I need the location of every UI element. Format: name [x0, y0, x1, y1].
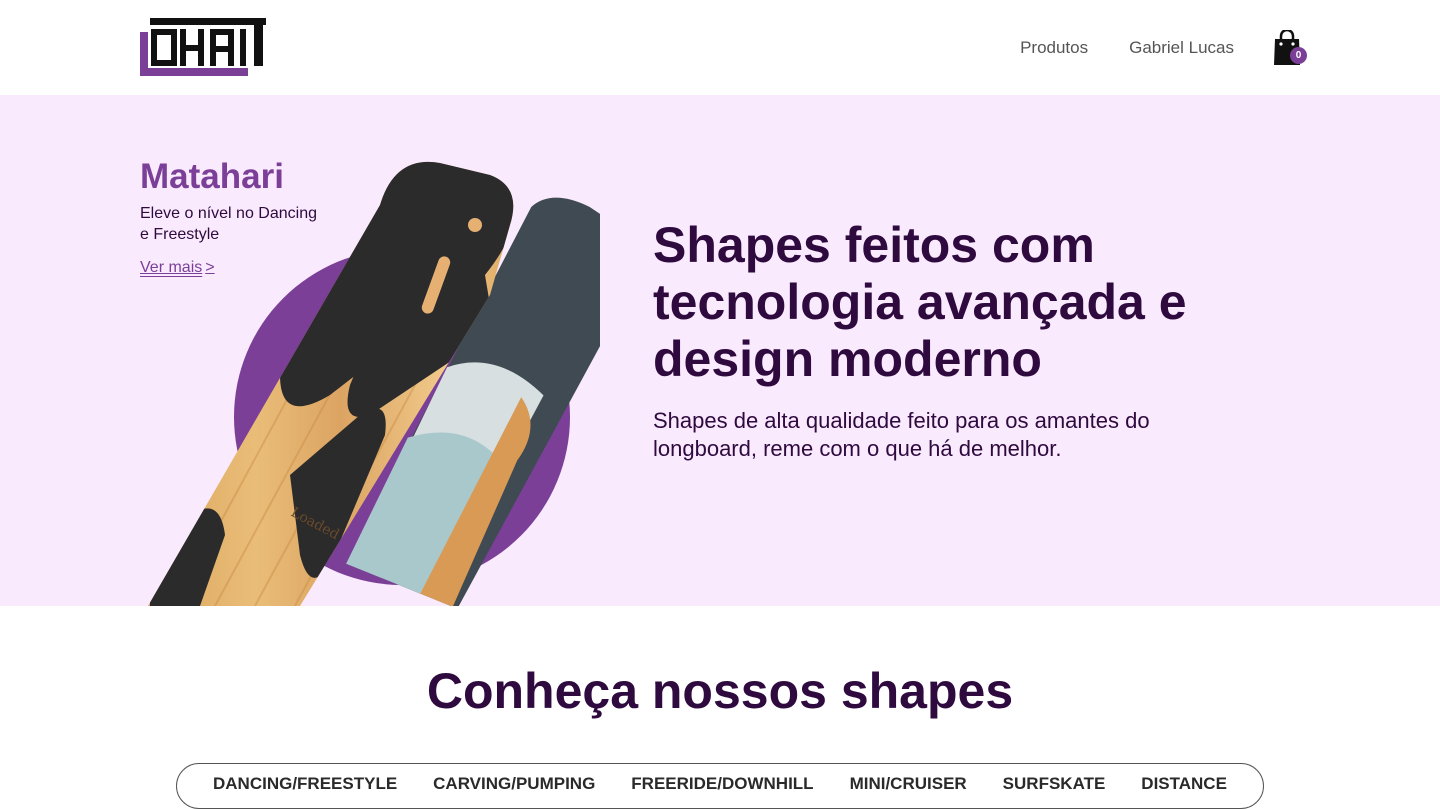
chevron-right-icon: >: [205, 259, 215, 276]
cart-button[interactable]: 0: [1272, 28, 1308, 66]
main-nav: Produtos Gabriel Lucas: [1020, 38, 1234, 58]
product-description: Eleve o nível no Dancing e Freestyle: [140, 205, 317, 243]
cart-count-badge: 0: [1290, 47, 1307, 64]
hero-banner: Loaded Matahari Eleve o nível no Dancing…: [0, 95, 1440, 606]
tab-dancing-freestyle[interactable]: DANCING/FREESTYLE: [213, 774, 397, 794]
tab-freeride-downhill[interactable]: FREERIDE/DOWNHILL: [631, 774, 813, 794]
tab-mini-cruiser[interactable]: MINI/CRUISER: [850, 774, 967, 794]
hero-subheading: Shapes de alta qualidade feito para os a…: [653, 408, 1150, 461]
category-tabs: DANCING/FREESTYLE CARVING/PUMPING FREERI…: [176, 763, 1264, 809]
tab-distance[interactable]: DISTANCE: [1141, 774, 1227, 794]
tab-carving-pumping[interactable]: CARVING/PUMPING: [433, 774, 595, 794]
nav-link-produtos[interactable]: Produtos: [1020, 38, 1088, 58]
brand-logo[interactable]: [140, 18, 266, 76]
section-title: Conheça nossos shapes: [426, 663, 1014, 719]
nav-link-user[interactable]: Gabriel Lucas: [1129, 38, 1234, 58]
tab-surfskate[interactable]: SURFSKATE: [1003, 774, 1106, 794]
ver-mais-label: Ver mais: [140, 259, 203, 276]
product-title: Matahari: [140, 157, 284, 196]
ver-mais-link[interactable]: Ver mais >: [140, 259, 215, 277]
site-header: Produtos Gabriel Lucas 0: [0, 0, 1440, 95]
hero-heading: Shapes feitos com tecnologia avançada e …: [653, 217, 1187, 387]
